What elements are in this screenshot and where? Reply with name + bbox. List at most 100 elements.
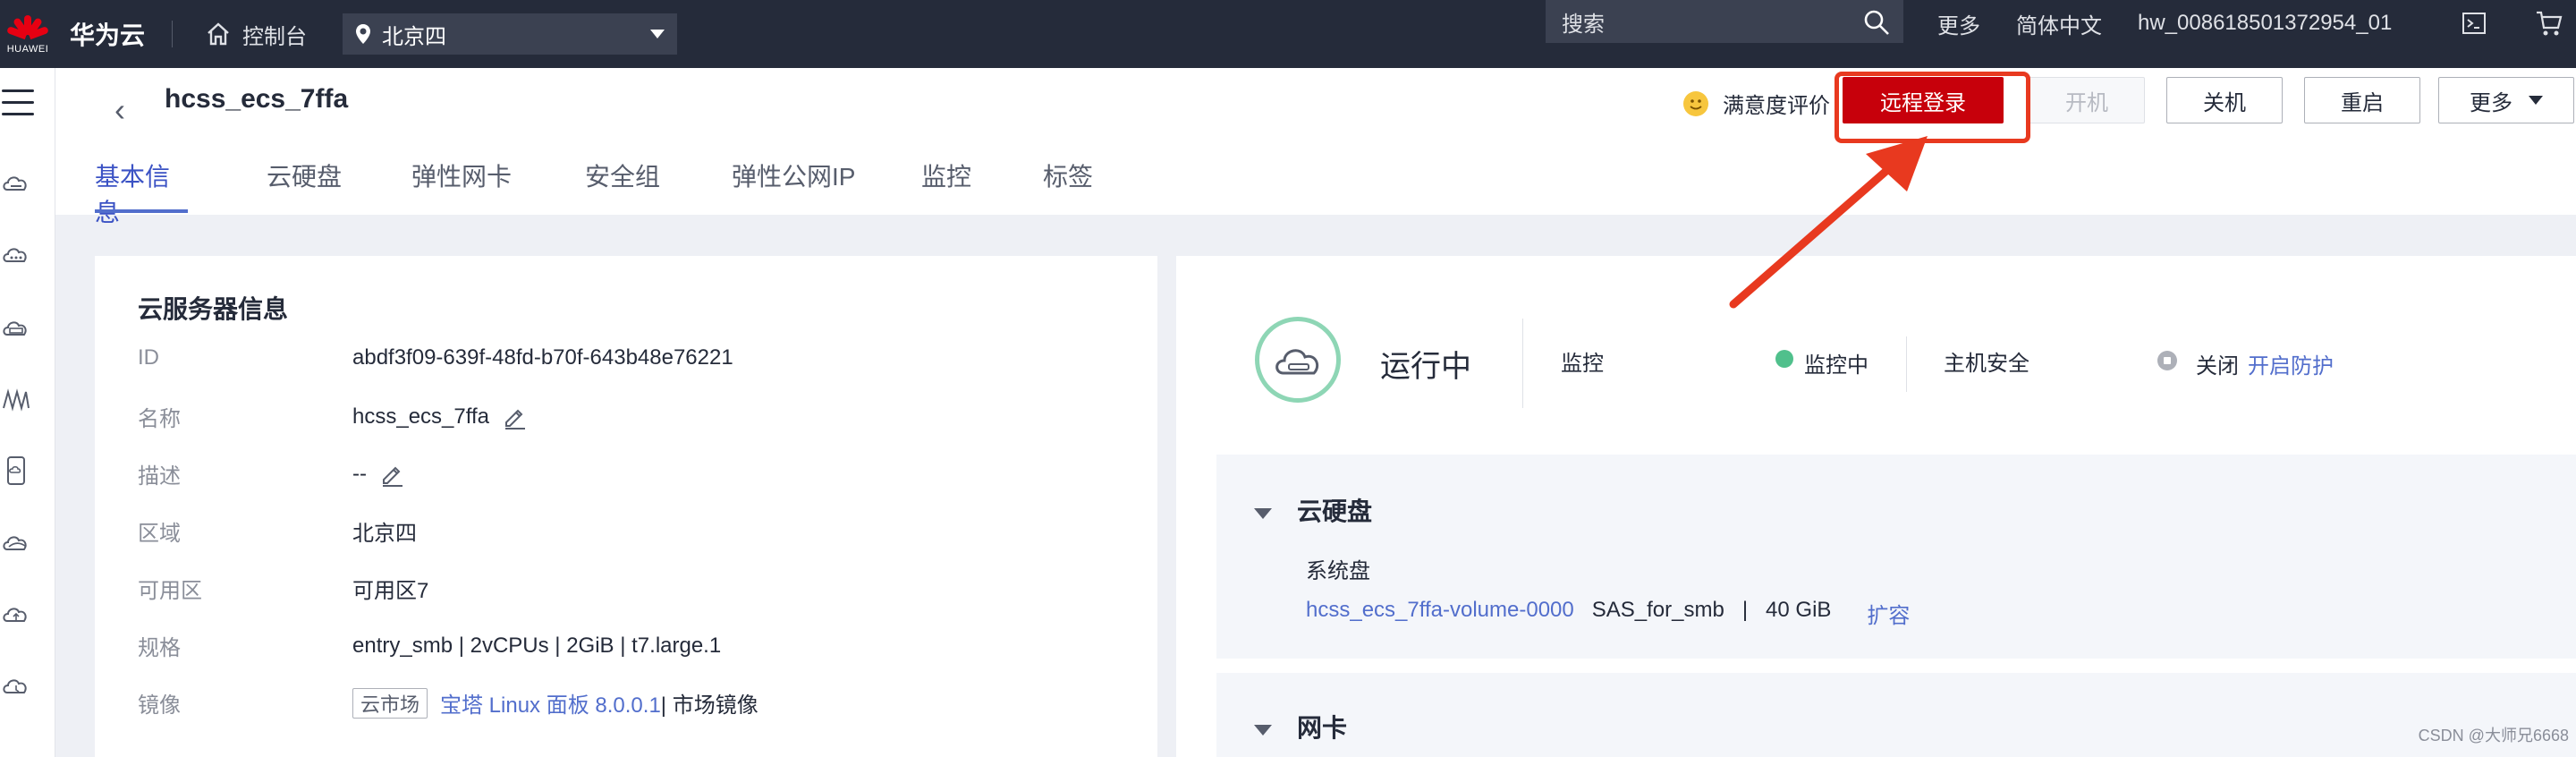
- restart-button[interactable]: 重启: [2304, 77, 2420, 123]
- power-off-button[interactable]: 关机: [2166, 77, 2283, 123]
- page-title: hcss_ecs_7ffa: [165, 84, 349, 114]
- info-value: 北京四: [352, 522, 417, 546]
- info-label: 镜像: [138, 693, 181, 718]
- brand-name[interactable]: 华为云: [70, 16, 145, 52]
- info-label: 可用区: [138, 579, 202, 603]
- collapse-caret-icon[interactable]: [1254, 508, 1272, 519]
- satisfaction-label: 满意度评价: [1723, 94, 1830, 118]
- cart-icon[interactable]: [2535, 10, 2563, 37]
- info-row-name: 名称 hcss_ecs_7ffa: [138, 401, 527, 432]
- more-menu[interactable]: 更多: [1937, 8, 1980, 39]
- nic-panel: 网卡: [1216, 673, 2576, 757]
- edit-icon[interactable]: [502, 404, 527, 430]
- monitor-status: 监控中: [1804, 353, 1868, 378]
- cloud-server-icon[interactable]: [0, 166, 32, 199]
- volume-size: 40 GiB: [1766, 598, 1832, 622]
- image-suffix: | 市场镜像: [660, 693, 758, 718]
- detail-tabs: 基本信息 云硬盘 弹性网卡 安全组 弹性公网IP 监控 标签: [95, 157, 1100, 226]
- cloud-icon[interactable]: [0, 526, 32, 558]
- info-value-wrap: 云市场 宝塔 Linux 面板 8.0.0.1 | 市场镜像: [352, 687, 758, 719]
- edit-icon[interactable]: [379, 462, 404, 487]
- volume-type: SAS_for_smb: [1591, 598, 1724, 622]
- more-actions-button[interactable]: 更多: [2438, 77, 2574, 123]
- image-link[interactable]: 宝塔 Linux 面板 8.0.0.1: [440, 687, 661, 719]
- back-icon[interactable]: ‹: [114, 91, 125, 129]
- huawei-logo[interactable]: HUAWEI: [0, 0, 55, 68]
- info-value: hcss_ecs_7ffa: [352, 404, 489, 429]
- info-label: 名称: [138, 407, 181, 431]
- page-header: ‹ hcss_ecs_7ffa 满意度评价 远程登录 开机 关机 重启 更多 基…: [55, 68, 2576, 226]
- device-icon[interactable]: [0, 455, 32, 487]
- account-menu[interactable]: hw_008618501372954_01: [2138, 11, 2392, 36]
- topbar-divider: [172, 21, 174, 47]
- more-actions-label: 更多: [2470, 90, 2512, 115]
- power-on-button[interactable]: 开机: [2029, 77, 2145, 123]
- status-card: 运行中 监控 监控中 主机安全 关闭 开启防护 云硬盘 系统盘 hcss_ecs…: [1176, 256, 2576, 757]
- search-icon[interactable]: [1862, 8, 1891, 37]
- tab-basic-info[interactable]: 基本信息: [95, 157, 188, 226]
- watermark: CSDN @大师兄6668: [2418, 727, 2569, 744]
- info-row-image: 镜像 云市场 宝塔 Linux 面板 8.0.0.1 | 市场镜像: [138, 687, 758, 719]
- tab-nics[interactable]: 弹性网卡: [411, 157, 526, 215]
- monitor-label: 监控: [1561, 352, 1604, 376]
- logo-text: HUAWEI: [6, 44, 49, 55]
- info-row-id: ID abdf3f09-639f-48fd-b70f-643b48e76221: [138, 345, 733, 370]
- expand-link[interactable]: 扩容: [1867, 598, 1910, 629]
- nic-panel-title: 网卡: [1297, 714, 1348, 742]
- huawei-flower-icon: [6, 13, 49, 40]
- host-security-status: 关闭: [2196, 354, 2239, 378]
- collapse-caret-icon[interactable]: [1254, 725, 1272, 736]
- satisfaction-rating[interactable]: 满意度评价: [1683, 88, 1830, 119]
- enable-protection-link[interactable]: 开启防护: [2248, 348, 2334, 379]
- chevron-down-icon: [2529, 96, 2543, 105]
- server-info-title: 云服务器信息: [138, 295, 289, 323]
- info-value: abdf3f09-639f-48fd-b70f-643b48e76221: [352, 345, 733, 370]
- cloud-sync-icon[interactable]: [0, 669, 32, 702]
- info-label: 描述: [138, 464, 181, 489]
- volume-separator: |: [1741, 598, 1749, 622]
- info-row-description: 描述 --: [138, 458, 404, 489]
- network-icon[interactable]: [0, 383, 32, 415]
- console-label: 控制台: [242, 24, 308, 49]
- home-icon: [208, 22, 229, 46]
- disk-row: hcss_ecs_7ffa-volume-0000 SAS_for_smb | …: [1306, 598, 1928, 629]
- smile-icon: [1683, 90, 1708, 116]
- info-row-az: 可用区 可用区7: [138, 573, 428, 604]
- cloud-storage-icon[interactable]: [0, 311, 32, 344]
- terminal-icon[interactable]: [2462, 12, 2487, 35]
- disk-panel-title: 云硬盘: [1297, 498, 1373, 525]
- info-value-wrap: --: [352, 458, 404, 489]
- running-status: 运行中: [1380, 350, 1471, 384]
- server-info-card: 云服务器信息 ID abdf3f09-639f-48fd-b70f-643b48…: [95, 256, 1157, 757]
- volume-link[interactable]: hcss_ecs_7ffa-volume-0000: [1306, 598, 1574, 629]
- console-link[interactable]: 控制台: [205, 19, 307, 50]
- system-disk-label: 系统盘: [1306, 559, 1370, 583]
- service-icon-rail: [0, 68, 55, 757]
- top-navigation-bar: HUAWEI 华为云 控制台 北京四 搜索 更多 简体中文 hw_0086185…: [0, 0, 2576, 68]
- tab-disks[interactable]: 云硬盘: [267, 157, 352, 215]
- search-input[interactable]: 搜索: [1546, 0, 1903, 43]
- location-pin-icon: [356, 24, 371, 44]
- info-value-wrap: hcss_ecs_7ffa: [352, 401, 527, 432]
- chevron-down-icon: [650, 30, 665, 38]
- search-placeholder: 搜索: [1562, 12, 1605, 37]
- info-value: 可用区7: [352, 579, 429, 603]
- tab-tags[interactable]: 标签: [1043, 157, 1100, 215]
- cloud-more-icon[interactable]: [0, 238, 32, 270]
- tab-eip[interactable]: 弹性公网IP: [732, 157, 857, 215]
- divider: [1906, 336, 1907, 392]
- tab-monitoring[interactable]: 监控: [921, 157, 979, 215]
- menu-icon[interactable]: [2, 89, 34, 124]
- tab-security-groups[interactable]: 安全组: [585, 157, 671, 215]
- topbar-right-menu: 更多 简体中文 hw_008618501372954_01: [1937, 0, 2428, 47]
- language-selector[interactable]: 简体中文: [2016, 8, 2102, 39]
- topbar-icons: [2413, 0, 2563, 47]
- cloud-upload-icon[interactable]: [0, 598, 32, 630]
- region-label: 北京四: [382, 24, 447, 49]
- info-value: --: [352, 461, 367, 486]
- region-selector[interactable]: 北京四: [343, 13, 678, 55]
- highlight-box: [1835, 72, 2030, 143]
- info-row-flavor: 规格 entry_smb | 2vCPUs | 2GiB | t7.large.…: [138, 630, 721, 661]
- info-label: ID: [138, 345, 159, 370]
- monitor-status-icon: [1775, 350, 1793, 368]
